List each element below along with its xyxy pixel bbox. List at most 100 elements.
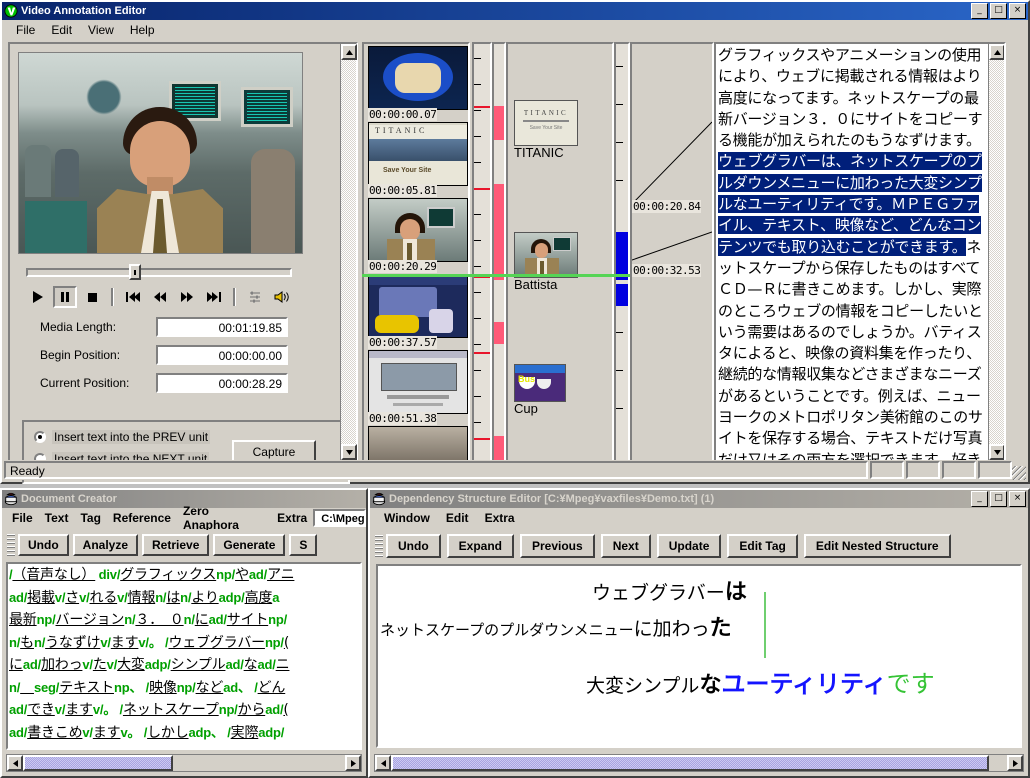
seek-slider[interactable] (26, 264, 292, 280)
begin-position-value[interactable]: 00:00:00.00 (156, 345, 288, 365)
annotation-ruler[interactable] (614, 42, 630, 462)
seek-track[interactable] (26, 268, 292, 277)
skip-to-start-button[interactable] (121, 286, 145, 308)
dependency-tree-canvas[interactable]: ウェブグラバーは ネットスケープのプルダウンメニューに加わった 大変シンプルなユ… (376, 564, 1022, 748)
dse-close-button[interactable]: × (1009, 491, 1026, 507)
radio-prev-unit[interactable]: Insert text into the PREV unit (34, 430, 211, 444)
keyframe-image-1[interactable] (514, 232, 578, 278)
tagged-line[interactable]: n/もn/うなずけv/ますv/。 /ウェブグラバーnp/( (8, 632, 360, 655)
thumbnail-5[interactable] (368, 426, 468, 460)
scroll-down-button[interactable] (341, 444, 357, 460)
transcript-panel[interactable]: グラフィックスやアニメーションの使用により、ウェブに掲載される情報はより高度にな… (714, 42, 1006, 462)
dse-maximize-button[interactable]: □ (990, 491, 1007, 507)
dep-node-2[interactable]: ネットスケープのプルダウンメニューに加わった (380, 610, 732, 642)
segment-2[interactable] (494, 322, 504, 344)
dc-menu-tag[interactable]: Tag (74, 509, 106, 527)
dse-scroll-left[interactable] (375, 755, 391, 771)
tagged-line[interactable]: ad/掲載v/さv/れるv/情報n/はn/よりadp/高度a (8, 587, 360, 610)
skip-to-end-button[interactable] (202, 286, 226, 308)
menu-edit[interactable]: Edit (43, 21, 80, 39)
tagged-line[interactable]: ad/書きこめv/ますv。 /しかしadp、 /実際adp/ (8, 722, 360, 745)
timeline-ruler[interactable] (472, 42, 492, 462)
dse-menu-extra[interactable]: Extra (477, 509, 523, 527)
dse-undo-button[interactable]: Undo (386, 534, 441, 558)
annotation-marker-0[interactable] (616, 232, 628, 280)
dse-update-button[interactable]: Update (656, 534, 722, 558)
dc-scroll-right[interactable] (345, 755, 361, 771)
pause-button[interactable] (53, 286, 77, 308)
path-field[interactable]: C:\Mpeg¥ (313, 509, 366, 527)
dse-expand-button[interactable]: Expand (446, 534, 514, 558)
shot-boundary-1[interactable] (474, 188, 490, 190)
dse-toolbar-gripper[interactable] (375, 535, 383, 557)
volume-icon[interactable] (270, 286, 294, 308)
dc-menu-extra[interactable]: Extra (271, 509, 313, 527)
resize-grip[interactable] (1012, 466, 1026, 480)
current-position-value[interactable]: 00:00:28.29 (156, 373, 288, 393)
thumbnail-0[interactable] (368, 46, 468, 110)
tagged-line[interactable]: /（音声なし） div/グラフィックスnp/やad/アニ (8, 564, 360, 587)
keyframe-image-0[interactable]: TITANIC Save Your Site (514, 100, 578, 146)
menu-file[interactable]: File (8, 21, 43, 39)
dc-save-button[interactable]: S (289, 534, 318, 556)
segment-0[interactable] (494, 106, 504, 140)
tagged-line[interactable]: にad/加わっv/たv/大変adp/シンプルad/なad/ニ (8, 654, 360, 677)
tagged-line[interactable]: n/ seg/テキストnp、 /映像np/などad、 /どん (8, 677, 360, 700)
keyframe-image-2[interactable]: Bus (514, 364, 566, 402)
transcript-scroll-down[interactable] (989, 444, 1004, 460)
dc-scroll-thumb[interactable] (23, 755, 173, 771)
stop-button[interactable] (80, 286, 104, 308)
shot-boundary-4[interactable] (474, 438, 490, 440)
segment-1[interactable] (494, 184, 504, 280)
keyframe-2[interactable]: Bus Cup (514, 364, 566, 416)
settings-icon[interactable] (243, 286, 267, 308)
keyframe-panel[interactable]: TITANIC Save Your Site TITANIC Battista (506, 42, 614, 462)
dse-hscrollbar[interactable] (374, 754, 1024, 772)
scroll-up-button[interactable] (341, 44, 357, 60)
shot-boundary-0[interactable] (474, 106, 490, 108)
thumbnail-4[interactable] (368, 350, 468, 414)
menu-view[interactable]: View (80, 21, 122, 39)
dse-menu-window[interactable]: Window (376, 509, 438, 527)
keyframe-1[interactable]: Battista (514, 232, 578, 292)
toolbar-gripper[interactable] (7, 534, 15, 556)
dse-edit-nested-structure-button[interactable]: Edit Nested Structure (803, 534, 951, 558)
segment-bar[interactable] (492, 42, 506, 462)
transcript-scrollbar[interactable] (988, 44, 1004, 460)
segment-3[interactable] (494, 436, 504, 460)
scroll-track[interactable] (341, 60, 356, 444)
dse-previous-button[interactable]: Previous (520, 534, 595, 558)
tagged-text-area[interactable]: /（音声なし） div/グラフィックスnp/やad/アニ ad/掲載v/さv/れる… (6, 562, 362, 750)
maximize-button[interactable]: □ (990, 3, 1007, 19)
video-display[interactable] (18, 52, 303, 254)
dse-menu-edit[interactable]: Edit (438, 509, 477, 527)
dc-undo-button[interactable]: Undo (18, 534, 69, 556)
tagged-line[interactable]: 最新np/バージョンn/３． ０n/にad/サイトnp/ (8, 609, 360, 632)
thumbnail-2[interactable] (368, 198, 468, 262)
dep-node-1[interactable]: ウェブグラバーは (592, 574, 747, 606)
dc-generate-button[interactable]: Generate (213, 534, 286, 556)
keyframe-0[interactable]: TITANIC Save Your Site TITANIC (514, 100, 578, 160)
close-button[interactable]: × (1009, 3, 1026, 19)
annotation-marker-1[interactable] (616, 284, 628, 306)
dc-menu-text[interactable]: Text (39, 509, 75, 527)
vae-titlebar[interactable]: Video Annotation Editor _ □ × (2, 2, 1028, 20)
dse-minimize-button[interactable]: _ (971, 491, 988, 507)
seek-thumb[interactable] (129, 264, 141, 280)
dc-menu-file[interactable]: File (6, 509, 39, 527)
thumbnail-1[interactable]: TITANIC Save Your Site (368, 122, 468, 186)
media-length-value[interactable]: 00:01:19.85 (156, 317, 288, 337)
tagged-line[interactable]: ad/できv/ますv/。 /ネットスケープnp/からad/( (8, 699, 360, 722)
minimize-button[interactable]: _ (971, 3, 988, 19)
dc-scroll-left[interactable] (7, 755, 23, 771)
timeline-thumbnail-strip[interactable]: 00:00:00.07 TITANIC Save Your Site 00:00… (362, 42, 470, 462)
dse-next-button[interactable]: Next (600, 534, 651, 558)
dc-retrieve-button[interactable]: Retrieve (142, 534, 210, 556)
dse-edit-tag-button[interactable]: Edit Tag (727, 534, 798, 558)
rewind-button[interactable] (148, 286, 172, 308)
transcript-scroll-up[interactable] (989, 44, 1004, 60)
transcript-scroll-track[interactable] (989, 60, 1004, 444)
dse-scroll-thumb[interactable] (391, 755, 989, 771)
menu-help[interactable]: Help (122, 21, 163, 39)
fast-forward-button[interactable] (175, 286, 199, 308)
